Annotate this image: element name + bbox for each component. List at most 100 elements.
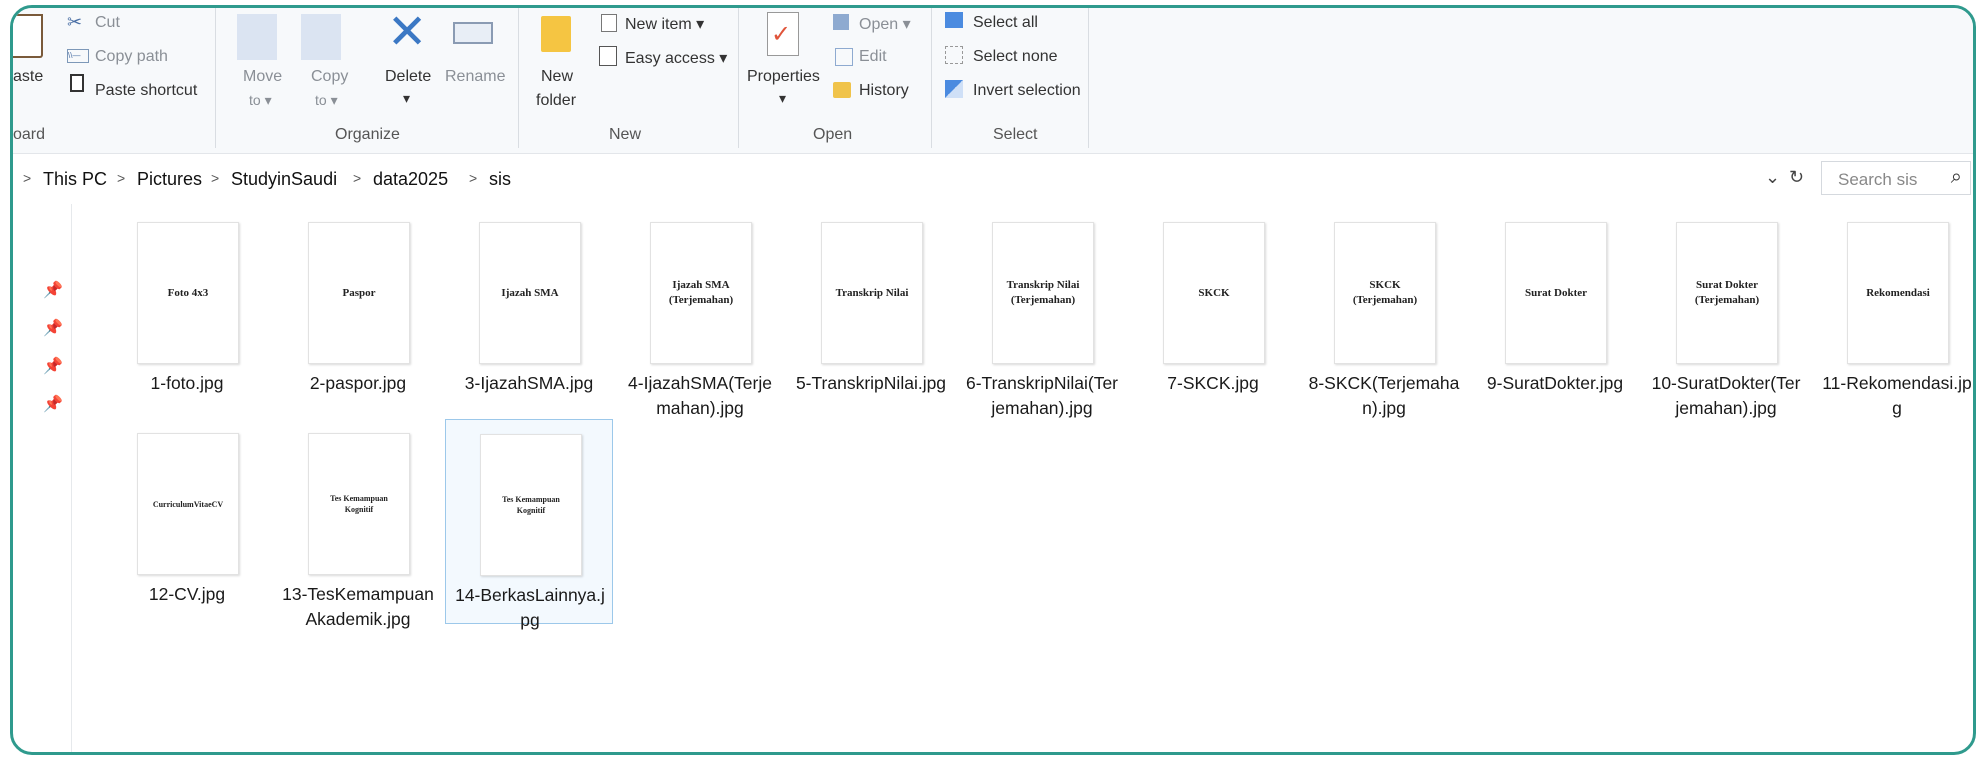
paste-shortcut-icon — [70, 74, 84, 92]
chevron-right-icon[interactable]: > — [117, 170, 125, 186]
file-thumbnail: Foto 4x3 — [137, 222, 239, 364]
invert-selection-icon — [945, 80, 963, 98]
paste-button[interactable]: aste — [13, 68, 43, 86]
chevron-right-icon[interactable]: > — [211, 170, 219, 186]
select-group-label: Select — [993, 126, 1038, 143]
file-thumbnail: Ijazah SMA — [479, 222, 581, 364]
file-name: 8-SKCK(Terjemahan).jpg — [1308, 373, 1460, 418]
select-all-icon — [945, 12, 963, 28]
open-group-label: Open — [813, 126, 853, 143]
search-placeholder: Search sis — [1838, 170, 1918, 189]
organize-group-label: Organize — [335, 126, 400, 143]
file-item[interactable]: Transkrip Nilai (Terjemahan) 6-Transkrip… — [958, 208, 1126, 418]
file-name: 5-TranskripNilai.jpg — [795, 373, 947, 393]
edit-button[interactable]: Edit — [859, 48, 887, 66]
file-item[interactable]: Tes Kemampuan Kognitif 13-TesKemampuanAk… — [274, 419, 442, 629]
thumbnail-title: Tes Kemampuan Kognitif — [502, 495, 560, 515]
open-icon — [833, 14, 849, 30]
chevron-right-icon[interactable]: > — [353, 170, 361, 186]
ribbon-separator — [215, 8, 216, 148]
move-to-button[interactable]: Move — [243, 68, 282, 86]
address-bar[interactable]: > This PC > Pictures > StudyinSaudi > da… — [13, 155, 1973, 203]
breadcrumb-pictures[interactable]: Pictures — [137, 169, 202, 190]
select-none-button[interactable]: Select none — [973, 48, 1058, 66]
file-item[interactable]: Surat Dokter 9-SuratDokter.jpg — [1471, 208, 1639, 413]
file-item[interactable]: SKCK (Terjemahan) 8-SKCK(Terjemahan).jpg — [1300, 208, 1468, 418]
file-item[interactable]: Rekomendasi 11-Rekomendasi.jpg — [1813, 208, 1973, 418]
new-item-button[interactable]: New item ▾ — [625, 14, 704, 34]
file-thumbnail: Transkrip Nilai — [821, 222, 923, 364]
new-folder-button-line2[interactable]: folder — [536, 92, 576, 110]
move-to-dropdown[interactable]: to ▾ — [249, 92, 272, 109]
search-icon[interactable]: ⌕ — [1951, 166, 1962, 189]
file-item[interactable]: Surat Dokter (Terjemahan) 10-SuratDokter… — [1642, 208, 1810, 418]
file-name: 2-paspor.jpg — [309, 373, 407, 393]
delete-dropdown[interactable]: ▾ — [403, 90, 410, 107]
copy-to-button[interactable]: Copy — [311, 68, 348, 86]
thumbnail-title: Foto 4x3 — [167, 286, 209, 299]
thumbnail-title: SKCK — [1198, 286, 1230, 299]
open-button[interactable]: Open ▾ — [859, 14, 911, 34]
file-item[interactable]: Transkrip Nilai 5-TranskripNilai.jpg — [787, 208, 955, 413]
edit-icon — [835, 48, 853, 66]
easy-access-button[interactable]: Easy access ▾ — [625, 48, 727, 68]
file-thumbnail: Ijazah SMA (Terjemahan) — [650, 222, 752, 364]
file-name: 6-TranskripNilai(Terjemahan).jpg — [966, 373, 1119, 418]
file-item[interactable]: Paspor 2-paspor.jpg — [274, 208, 442, 413]
properties-button[interactable]: Properties — [747, 68, 820, 86]
file-item-selected[interactable]: Tes Kemampuan Kognitif 14-BerkasLainnya.… — [445, 419, 613, 630]
file-name: 10-SuratDokter(Terjemahan).jpg — [1651, 373, 1801, 418]
file-item[interactable]: Ijazah SMA 3-IjazahSMA.jpg — [445, 208, 613, 413]
chevron-right-icon[interactable]: > — [469, 170, 477, 186]
file-list: Foto 4x3 1-foto.jpg Paspor 2-paspor.jpg … — [13, 204, 1973, 752]
select-all-button[interactable]: Select all — [973, 14, 1038, 32]
ribbon: aste ✂ Cut \\— Copy path Paste shortcut … — [13, 8, 1973, 154]
copy-path-button[interactable]: Copy path — [95, 48, 168, 66]
thumbnail-title: Surat Dokter (Terjemahan) — [1694, 279, 1760, 306]
file-item[interactable]: CurriculumVitaeCV 12-CV.jpg — [103, 419, 271, 624]
file-name: 14-BerkasLainnya.jpg — [455, 585, 605, 630]
breadcrumb-this-pc[interactable]: This PC — [43, 169, 107, 190]
file-thumbnail: Tes Kemampuan Kognitif — [308, 433, 410, 575]
paste-shortcut-button[interactable]: Paste shortcut — [95, 82, 197, 100]
file-item[interactable]: Ijazah SMA (Terjemahan) 4-IjazahSMA(Terj… — [616, 208, 784, 418]
file-thumbnail: Transkrip Nilai (Terjemahan) — [992, 222, 1094, 364]
file-thumbnail: Rekomendasi — [1847, 222, 1949, 364]
delete-button[interactable]: Delete — [385, 68, 431, 86]
rename-button[interactable]: Rename — [445, 68, 505, 86]
history-icon — [833, 82, 851, 98]
history-button[interactable]: History — [859, 82, 909, 100]
ribbon-separator — [1088, 8, 1089, 148]
properties-dropdown[interactable]: ▾ — [779, 90, 786, 107]
properties-check-icon: ✓ — [771, 21, 792, 48]
file-name: 1-foto.jpg — [150, 373, 224, 393]
breadcrumb-data2025[interactable]: data2025 — [373, 169, 448, 190]
file-thumbnail: Paspor — [308, 222, 410, 364]
explorer-window: aste ✂ Cut \\— Copy path Paste shortcut … — [10, 5, 1976, 755]
refresh-icon[interactable]: ↻ — [1789, 167, 1804, 188]
thumbnail-title: Ijazah SMA — [501, 286, 559, 299]
thumbnail-title: Transkrip Nilai — [835, 286, 909, 299]
chevron-down-icon[interactable]: ⌄ — [1765, 167, 1780, 188]
file-name: 11-Rekomendasi.jpg — [1822, 373, 1972, 418]
file-thumbnail: Surat Dokter (Terjemahan) — [1676, 222, 1778, 364]
search-input[interactable]: Search sis ⌕ — [1821, 161, 1971, 195]
breadcrumb-studyinsaudi[interactable]: StudyinSaudi — [231, 169, 337, 190]
file-thumbnail: SKCK (Terjemahan) — [1334, 222, 1436, 364]
copy-to-dropdown[interactable]: to ▾ — [315, 92, 338, 109]
file-thumbnail: SKCK — [1163, 222, 1265, 364]
invert-selection-button[interactable]: Invert selection — [973, 82, 1081, 100]
file-name: 12-CV.jpg — [148, 584, 226, 604]
breadcrumb-sis[interactable]: sis — [489, 169, 511, 190]
paste-icon[interactable] — [13, 14, 43, 58]
move-to-icon — [237, 14, 277, 60]
new-folder-button[interactable]: New — [541, 68, 573, 86]
new-folder-icon — [541, 16, 571, 52]
copy-path-icon: \\— — [67, 49, 89, 63]
file-item[interactable]: Foto 4x3 1-foto.jpg — [103, 208, 271, 413]
scissors-icon: ✂ — [67, 12, 83, 32]
file-name: 7-SKCK.jpg — [1167, 373, 1259, 393]
thumbnail-title: Surat Dokter — [1524, 286, 1588, 299]
cut-button[interactable]: Cut — [95, 14, 120, 32]
file-item[interactable]: SKCK 7-SKCK.jpg — [1129, 208, 1297, 413]
